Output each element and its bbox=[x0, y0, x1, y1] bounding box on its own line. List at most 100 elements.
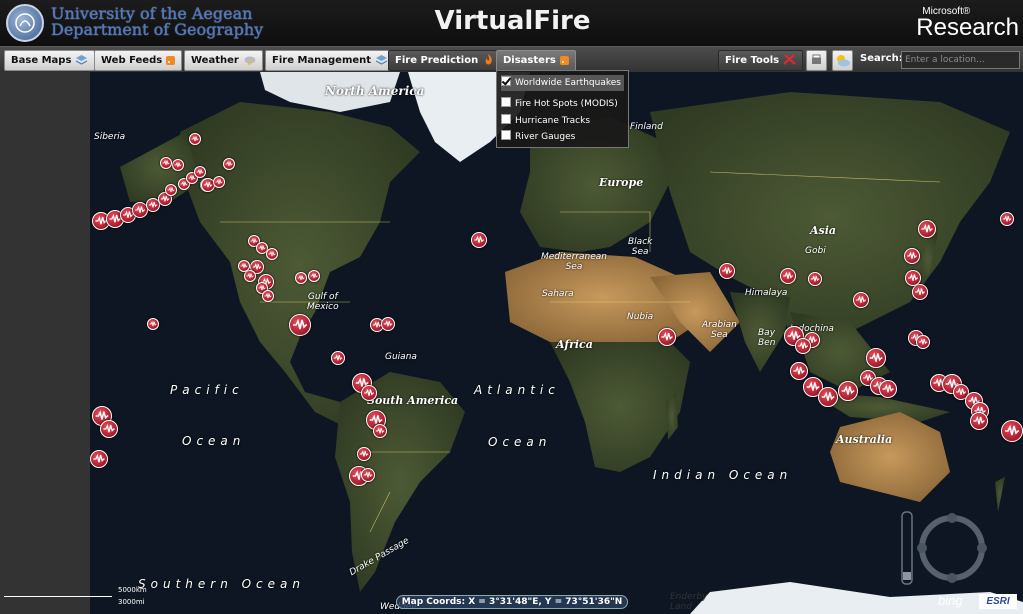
weather-button[interactable]: Weather bbox=[184, 50, 263, 71]
seismograph-icon bbox=[918, 338, 928, 345]
earthquake-marker[interactable] bbox=[912, 284, 928, 300]
weather-toggle-button[interactable] bbox=[832, 50, 853, 71]
seismograph-icon bbox=[268, 250, 276, 257]
fire-management-button[interactable]: Fire Management bbox=[265, 50, 396, 71]
atlantic-ocean-label-1: Atlantic bbox=[474, 383, 560, 397]
earthquake-marker[interactable] bbox=[295, 272, 307, 284]
earthquake-marker[interactable] bbox=[818, 387, 838, 407]
australia-label: Australia bbox=[836, 433, 893, 446]
earthquake-marker[interactable] bbox=[194, 166, 206, 178]
seismograph-icon bbox=[798, 341, 808, 349]
microsoft-research-logo[interactable]: Microsoft® Research bbox=[916, 6, 1019, 41]
base-maps-button[interactable]: Base Maps bbox=[4, 50, 96, 71]
menu-item-hurricane-tracks[interactable]: Hurricane Tracks bbox=[501, 113, 590, 129]
earthquake-marker[interactable] bbox=[1000, 212, 1014, 226]
pan-up-button bbox=[947, 513, 957, 523]
fire-prediction-button[interactable]: Fire Prediction bbox=[388, 50, 503, 71]
seismograph-icon bbox=[240, 262, 248, 269]
earthquake-marker[interactable] bbox=[361, 468, 375, 482]
earthquake-marker[interactable] bbox=[373, 424, 387, 438]
web-feeds-button[interactable]: Web Feeds bbox=[94, 50, 183, 71]
earthquake-marker[interactable] bbox=[331, 351, 345, 365]
menu-item-fire-hot-spots[interactable]: Fire Hot Spots (MODIS) bbox=[501, 96, 618, 112]
checkbox[interactable] bbox=[501, 130, 511, 140]
seismograph-icon bbox=[856, 295, 866, 303]
earthquake-marker[interactable] bbox=[381, 317, 395, 331]
earthquake-marker[interactable] bbox=[147, 318, 159, 330]
research-wordmark: Research bbox=[916, 14, 1019, 41]
menu-item-worldwide-earthquakes[interactable]: Worldwide Earthquakes bbox=[501, 75, 624, 91]
earthquake-marker[interactable] bbox=[471, 232, 487, 248]
earthquake-marker[interactable] bbox=[905, 270, 921, 286]
seismograph-icon bbox=[908, 273, 918, 281]
fire-management-label: Fire Management bbox=[272, 55, 372, 66]
print-button[interactable] bbox=[806, 50, 827, 71]
flame-icon bbox=[482, 53, 495, 65]
earthquake-marker[interactable] bbox=[719, 263, 735, 279]
earthquake-marker[interactable] bbox=[90, 450, 108, 468]
black-sea-label: Black Sea bbox=[628, 237, 653, 257]
earthquake-marker[interactable] bbox=[189, 133, 201, 145]
earthquake-marker[interactable] bbox=[244, 270, 256, 282]
earthquake-marker[interactable] bbox=[918, 220, 936, 238]
seismograph-icon bbox=[135, 205, 145, 213]
seismograph-icon bbox=[310, 272, 318, 279]
earthquake-marker[interactable] bbox=[838, 381, 858, 401]
seismograph-icon bbox=[810, 275, 820, 282]
earthquake-marker[interactable] bbox=[308, 270, 320, 282]
earthquake-marker[interactable] bbox=[916, 335, 930, 349]
earthquake-marker[interactable] bbox=[879, 380, 897, 398]
finland-label: Finland bbox=[630, 122, 663, 132]
earthquake-marker[interactable] bbox=[1001, 420, 1023, 442]
menu-item-river-gauges[interactable]: River Gauges bbox=[501, 129, 575, 145]
earthquake-marker[interactable] bbox=[238, 260, 250, 272]
disasters-dropdown: Worldwide Earthquakes Fire Hot Spots (MO… bbox=[496, 70, 629, 148]
earthquake-marker[interactable] bbox=[361, 385, 377, 401]
earthquake-marker[interactable] bbox=[165, 184, 177, 196]
fire-tools-button[interactable]: Fire Tools bbox=[718, 50, 804, 71]
earthquake-marker[interactable] bbox=[172, 159, 184, 171]
tools-icon bbox=[783, 53, 796, 65]
earthquake-marker[interactable] bbox=[853, 292, 869, 308]
university-name[interactable]: University of the Aegean Department of G… bbox=[51, 6, 263, 38]
rss-icon bbox=[559, 56, 569, 65]
web-feeds-label: Web Feeds bbox=[101, 55, 163, 66]
earthquake-marker[interactable] bbox=[289, 314, 311, 336]
checkbox[interactable] bbox=[501, 114, 511, 124]
indian-ocean-label: Indian Ocean bbox=[653, 468, 793, 482]
earthquake-marker[interactable] bbox=[795, 338, 811, 354]
siberia-label: Siberia bbox=[94, 132, 126, 142]
earthquake-marker[interactable] bbox=[100, 420, 118, 438]
earthquake-marker[interactable] bbox=[904, 248, 920, 264]
earthquake-marker[interactable] bbox=[658, 328, 676, 346]
gulf-of-mexico-label: Gulf of Mexico bbox=[307, 292, 339, 312]
seismograph-icon bbox=[225, 160, 233, 167]
pan-down-button bbox=[947, 573, 957, 583]
seismograph-icon bbox=[297, 274, 305, 281]
checkbox[interactable] bbox=[501, 97, 511, 107]
earthquake-marker[interactable] bbox=[213, 176, 225, 188]
seismograph-icon bbox=[821, 391, 835, 401]
search-input[interactable] bbox=[901, 51, 1020, 69]
pacific-ocean-label-1: Pacific bbox=[170, 383, 244, 397]
earthquake-marker[interactable] bbox=[780, 268, 796, 284]
earthquake-marker[interactable] bbox=[160, 157, 172, 169]
earthquake-marker[interactable] bbox=[970, 412, 988, 430]
bing-logo: bing bbox=[938, 593, 963, 608]
seismograph-icon bbox=[191, 135, 199, 142]
earthquake-marker[interactable] bbox=[808, 272, 822, 286]
asia-label: Asia bbox=[810, 224, 837, 237]
earthquake-marker[interactable] bbox=[357, 447, 371, 461]
earthquake-marker[interactable] bbox=[866, 348, 886, 368]
world-map[interactable]: North America Siberia Finland Europe Asi… bbox=[90, 72, 1023, 614]
seismograph-icon bbox=[375, 427, 385, 434]
scale-km-label: 5000km bbox=[118, 586, 147, 594]
disasters-button[interactable]: Disasters bbox=[496, 50, 576, 71]
earthquake-marker[interactable] bbox=[223, 158, 235, 170]
seismograph-icon bbox=[869, 352, 883, 362]
earthquake-marker[interactable] bbox=[266, 248, 278, 260]
checkbox-checked[interactable] bbox=[501, 76, 511, 86]
earthquake-marker[interactable] bbox=[262, 290, 274, 302]
seismograph-icon bbox=[148, 201, 158, 208]
menu-item-label: River Gauges bbox=[515, 132, 576, 142]
